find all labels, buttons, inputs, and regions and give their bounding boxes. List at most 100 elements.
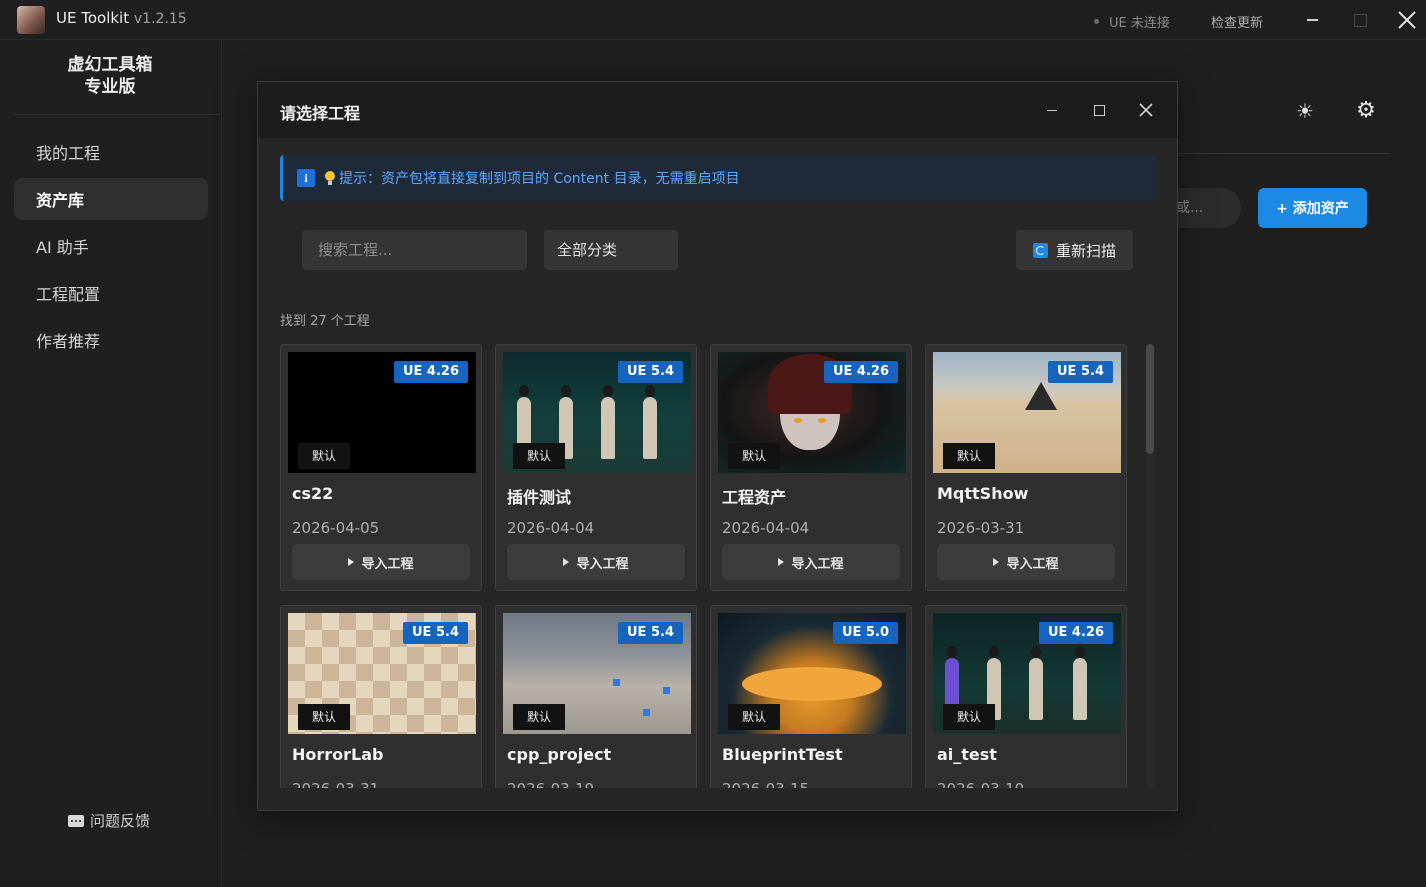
- project-search-input[interactable]: [302, 230, 527, 270]
- default-tag: 默认: [513, 704, 565, 730]
- project-date: 2026-04-04: [722, 519, 810, 537]
- dialog-title: 请选择工程: [280, 104, 361, 123]
- project-date: 2026-04-04: [507, 519, 595, 537]
- thumbnail-overlay: UE 4.26 默认: [718, 352, 906, 473]
- project-date: 2026-03-10: [937, 780, 1024, 788]
- default-tag: 默认: [943, 443, 995, 469]
- grid-scrollbar[interactable]: [1146, 344, 1154, 788]
- ue-version-badge: UE 5.0: [833, 622, 898, 644]
- dialog-close-button[interactable]: [1136, 100, 1156, 120]
- default-tag: 默认: [298, 704, 350, 730]
- sidebar-item-project-config[interactable]: 工程配置: [14, 272, 208, 314]
- app-logo-icon: [17, 6, 45, 34]
- brand-line-2: 专业版: [84, 77, 136, 97]
- ue-connection-status: UE 未连接: [1094, 12, 1170, 31]
- play-icon: [348, 558, 355, 566]
- ue-status-label: UE 未连接: [1109, 16, 1170, 31]
- ue-version-badge: UE 4.26: [393, 361, 468, 383]
- default-tag: 默认: [943, 704, 995, 730]
- project-name: BlueprintTest: [722, 745, 843, 764]
- header-divider: [1178, 153, 1390, 154]
- lightbulb-icon: [325, 171, 335, 185]
- info-icon: i: [297, 169, 315, 187]
- select-project-dialog: 请选择工程 i 提示：资产包将直接复制到项目的 Content 目录，无需重启项…: [257, 81, 1178, 811]
- project-card[interactable]: UE 5.0 默认 BlueprintTest 2026-03-15: [710, 605, 912, 788]
- default-tag: 默认: [513, 443, 565, 469]
- thumbnail-overlay: UE 5.4 默认: [503, 352, 691, 473]
- project-name: cpp_project: [507, 745, 612, 764]
- sidebar: 虚幻工具箱 专业版 我的工程 资产库 AI 助手 工程配置 作者推荐: [0, 41, 222, 887]
- import-project-button[interactable]: 导入工程: [507, 544, 685, 580]
- ue-version-badge: UE 5.4: [618, 622, 683, 644]
- ue-version-badge: UE 5.4: [403, 622, 468, 644]
- app-version: v1.2.15: [133, 11, 187, 27]
- thumbnail-overlay: UE 4.26 默认: [933, 613, 1121, 734]
- chat-icon: [68, 814, 84, 827]
- sun-icon[interactable]: ☀: [1293, 99, 1317, 123]
- project-count: 找到 27 个工程: [280, 314, 370, 329]
- sidebar-item-asset-library[interactable]: 资产库: [14, 178, 208, 220]
- feedback-label: 问题反馈: [90, 812, 151, 830]
- status-dot-icon: [1094, 19, 1099, 24]
- import-project-button[interactable]: 导入工程: [722, 544, 900, 580]
- project-name: 工程资产: [722, 488, 787, 507]
- tip-banner: i 提示：资产包将直接复制到项目的 Content 目录，无需重启项目: [280, 155, 1156, 201]
- ue-version-badge: UE 4.26: [1038, 622, 1113, 644]
- project-name: 插件测试: [507, 488, 572, 507]
- project-date: 2026-04-05: [292, 519, 380, 537]
- gear-icon[interactable]: ⚙: [1354, 99, 1378, 123]
- app-name: UE Toolkit: [56, 9, 130, 27]
- import-label: 导入工程: [361, 556, 414, 572]
- sidebar-item-author-recommend[interactable]: 作者推荐: [14, 319, 208, 361]
- close-icon: [1398, 11, 1416, 29]
- tip-text: 提示：资产包将直接复制到项目的 Content 目录，无需重启项目: [339, 171, 740, 187]
- project-date: 2026-03-31: [937, 519, 1025, 537]
- import-project-button[interactable]: 导入工程: [937, 544, 1115, 580]
- dialog-maximize-button[interactable]: [1089, 100, 1109, 120]
- project-card[interactable]: UE 5.4 默认 HorrorLab 2026-03-31: [280, 605, 482, 788]
- check-update-button[interactable]: 检查更新: [1211, 12, 1263, 31]
- sidebar-item-my-projects[interactable]: 我的工程: [14, 131, 208, 173]
- rescan-button[interactable]: 重新扫描: [1016, 230, 1133, 270]
- project-name: cs22: [292, 484, 334, 503]
- default-tag: 默认: [728, 704, 780, 730]
- play-icon: [563, 558, 570, 566]
- play-icon: [778, 558, 785, 566]
- import-label: 导入工程: [791, 556, 844, 572]
- import-project-button[interactable]: 导入工程: [292, 544, 470, 580]
- project-date: 2026-03-19: [507, 780, 594, 788]
- project-name: MqttShow: [937, 484, 1029, 503]
- import-label: 导入工程: [576, 556, 629, 572]
- add-asset-button[interactable]: + 添加资产: [1258, 188, 1367, 228]
- title-bar: UE Toolkit v1.2.15 UE 未连接 检查更新: [0, 0, 1426, 40]
- ue-version-badge: UE 4.26: [823, 361, 898, 383]
- project-date: 2026-03-15: [722, 780, 809, 788]
- project-card[interactable]: UE 4.26 默认 ai_test 2026-03-10: [925, 605, 1127, 788]
- default-tag: 默认: [298, 443, 350, 469]
- thumbnail-overlay: UE 5.4 默认: [288, 613, 476, 734]
- dialog-minimize-button[interactable]: [1042, 100, 1062, 120]
- project-card[interactable]: UE 4.26 默认 cs22 2026-04-05 导入工程: [280, 344, 482, 591]
- sidebar-item-ai-assistant[interactable]: AI 助手: [14, 225, 208, 267]
- feedback-button[interactable]: 问题反馈: [68, 810, 150, 831]
- scrollbar-thumb[interactable]: [1146, 344, 1154, 454]
- brand-title: 虚幻工具箱 专业版: [0, 54, 220, 98]
- project-card[interactable]: UE 5.4 默认 cpp_project 2026-03-19: [495, 605, 697, 788]
- app-title: UE Toolkit v1.2.15: [56, 9, 187, 27]
- project-name: ai_test: [937, 745, 997, 764]
- default-tag: 默认: [728, 443, 780, 469]
- thumbnail-overlay: UE 4.26 默认: [288, 352, 476, 473]
- window-close-button[interactable]: [1395, 8, 1419, 32]
- project-card[interactable]: UE 4.26 默认 工程资产 2026-04-04 导入工程: [710, 344, 912, 591]
- ue-version-badge: UE 5.4: [618, 361, 683, 383]
- project-date: 2026-03-31: [292, 780, 379, 788]
- project-grid: UE 4.26 默认 cs22 2026-04-05 导入工程 UE 5.4 默…: [280, 344, 1140, 788]
- ue-version-badge: UE 5.4: [1048, 361, 1113, 383]
- project-card[interactable]: UE 5.4 默认 MqttShow 2026-03-31 导入工程: [925, 344, 1127, 591]
- project-name: HorrorLab: [292, 745, 384, 764]
- window-minimize-button[interactable]: [1300, 8, 1324, 32]
- category-select[interactable]: 全部分类: [544, 230, 678, 270]
- project-card[interactable]: UE 5.4 默认 插件测试 2026-04-04 导入工程: [495, 344, 697, 591]
- refresh-icon: [1032, 242, 1048, 258]
- window-maximize-button[interactable]: [1348, 8, 1372, 32]
